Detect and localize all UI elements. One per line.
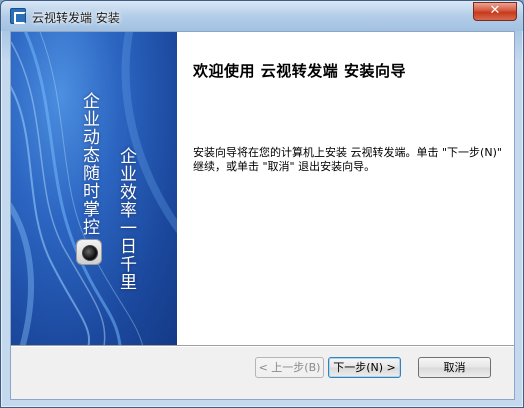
welcome-panel: 欢迎使用 云视转发端 安装向导 安装向导将在您的计算机上安装 云视转发端。单击 … xyxy=(177,32,514,345)
cancel-button[interactable]: 取消 xyxy=(418,357,491,378)
app-icon xyxy=(10,8,26,24)
footer-divider xyxy=(11,345,514,347)
slogan-line-1: 企业动态随时掌控 xyxy=(79,92,99,236)
close-button[interactable]: ✕ xyxy=(473,2,517,21)
camera-icon xyxy=(76,239,102,265)
installer-window: 云视转发端 安装 ✕ 企业动态随时掌控 企业效率一日千里 欢迎使用 云视转发端 … xyxy=(0,0,524,408)
wizard-client-area: 企业动态随时掌控 企业效率一日千里 欢迎使用 云视转发端 安装向导 安装向导将在… xyxy=(10,31,515,400)
window-title: 云视转发端 安装 xyxy=(32,11,120,25)
next-button[interactable]: 下一步(N) > xyxy=(328,357,401,378)
back-button[interactable]: < 上一步(B) xyxy=(255,357,324,378)
wizard-description: 安装向导将在您的计算机上安装 云视转发端。单击 "下一步(N)" 继续，或单击 … xyxy=(193,146,502,173)
side-banner: 企业动态随时掌控 企业效率一日千里 xyxy=(11,32,177,345)
wizard-heading: 欢迎使用 云视转发端 安装向导 xyxy=(193,62,406,80)
slogan-line-2: 企业效率一日千里 xyxy=(116,147,136,291)
title-bar[interactable]: 云视转发端 安装 ✕ xyxy=(1,1,523,31)
